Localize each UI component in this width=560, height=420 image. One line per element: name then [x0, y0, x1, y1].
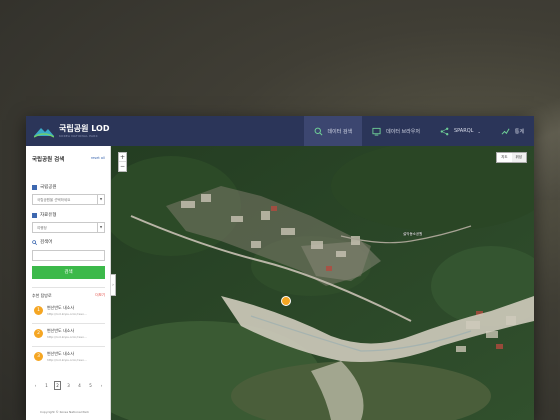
- caret-down-icon: ▼: [97, 195, 104, 204]
- map-place-label: 설악동소공원: [403, 232, 423, 236]
- sidebar-collapse-button[interactable]: ›: [111, 274, 116, 296]
- search-sidebar: 국립공원 검색 reset all 국립공원 국립공원을 선택하세요 ▼ 자료유…: [26, 146, 111, 420]
- pager-page-4[interactable]: 4: [76, 381, 83, 390]
- rank-badge: 1: [34, 306, 43, 315]
- logo-title: 국립공원 LOD: [59, 124, 110, 133]
- park-select-value: 국립공원을 선택하세요: [37, 198, 71, 202]
- divider: [32, 323, 105, 324]
- pager-page-2[interactable]: 2: [54, 380, 61, 390]
- zoom-out-button[interactable]: −: [119, 162, 126, 171]
- browser-icon: [372, 127, 381, 136]
- search-icon: [314, 127, 322, 135]
- recommend-item-title: 변산반도 내소사: [47, 328, 75, 333]
- search-icon: [32, 239, 37, 245]
- recommend-item-url: http://lod.knps.or.kr/reso...: [47, 358, 87, 362]
- zoom-in-button[interactable]: +: [119, 153, 126, 162]
- recommend-item[interactable]: 2 변산반도 내소사 http://lod.knps.or.kr/reso...: [32, 326, 105, 346]
- recommend-more-link[interactable]: 더보기: [95, 293, 105, 298]
- top-navbar: 국립공원 LOD KOREA NATIONAL PARK 데이터 검색 데이터 …: [26, 116, 534, 146]
- zoom-control: + −: [118, 152, 127, 172]
- nav-label: SPARQL: [453, 128, 474, 134]
- recommend-item-url: http://lod.knps.or.kr/reso...: [47, 312, 87, 316]
- park-select[interactable]: 국립공원을 선택하세요 ▼: [32, 194, 105, 205]
- search-button[interactable]: 검색: [32, 266, 105, 279]
- nav-label: 데이터 검색: [327, 128, 353, 135]
- resource-select[interactable]: 여행정 ▼: [32, 222, 105, 233]
- resource-icon: [32, 212, 37, 218]
- main-nav: 데이터 검색 데이터 브라우저 SPARQL ⌄ 통계: [303, 116, 534, 146]
- map-type-map[interactable]: 지도: [497, 153, 511, 162]
- pager-page-1[interactable]: 1: [43, 381, 50, 390]
- satellite-map[interactable]: 설악동소공원 + − 지도 위성 ›: [111, 146, 534, 420]
- recommend-item[interactable]: 1 변산반도 내소사 http://lod.knps.or.kr/reso...: [32, 303, 105, 323]
- pager-page-5[interactable]: 5: [87, 381, 94, 390]
- divider: [32, 346, 105, 347]
- logo[interactable]: 국립공원 LOD KOREA NATIONAL PARK: [34, 122, 114, 142]
- share-icon: [440, 127, 449, 135]
- map-type-toggle: 지도 위성: [496, 152, 527, 163]
- pagination: ‹ 1 2 3 4 5 ›: [32, 380, 105, 390]
- keyword-label: 검색어: [32, 239, 52, 245]
- divider: [32, 287, 105, 288]
- recommend-item-url: http://lod.knps.or.kr/reso...: [47, 335, 87, 339]
- park-label: 국립공원: [32, 184, 57, 190]
- rank-badge: 3: [34, 352, 43, 361]
- sidebar-title: 국립공원 검색: [32, 157, 65, 163]
- recommend-item-title: 변산반도 내소사: [47, 305, 75, 310]
- resource-label: 자료유형: [32, 212, 57, 218]
- pager-next[interactable]: ›: [98, 381, 105, 390]
- logo-subtitle: KOREA NATIONAL PARK: [59, 134, 98, 138]
- map-marker-icon[interactable]: [281, 296, 291, 306]
- nav-label: 통계: [514, 128, 524, 135]
- resource-select-value: 여행정: [37, 226, 47, 230]
- map-type-satellite[interactable]: 위성: [511, 153, 526, 162]
- caret-down-icon: ▼: [97, 223, 104, 232]
- nav-data-search[interactable]: 데이터 검색: [303, 116, 363, 146]
- chart-icon: [501, 128, 510, 135]
- rank-badge: 2: [34, 329, 43, 338]
- park-icon: [32, 184, 37, 190]
- mountain-logo-icon: [34, 128, 54, 138]
- recommend-item-title: 변산반도 내소사: [47, 351, 75, 356]
- nav-label: 데이터 브라우저: [386, 128, 420, 135]
- reset-all-link[interactable]: reset all: [91, 156, 105, 160]
- nav-statistics[interactable]: 통계: [491, 116, 534, 146]
- resource-label-text: 자료유형: [40, 213, 57, 218]
- recommend-item[interactable]: 3 변산반도 내소사 http://lod.knps.or.kr/reso...: [32, 349, 105, 369]
- copyright: Copyright © Korea National Park: [40, 410, 89, 414]
- nav-data-browser[interactable]: 데이터 브라우저: [362, 116, 430, 146]
- pager-prev[interactable]: ‹: [32, 381, 39, 390]
- nav-sparql[interactable]: SPARQL ⌄: [430, 116, 491, 146]
- keyword-input[interactable]: [32, 250, 105, 261]
- satellite-imagery: [111, 146, 534, 420]
- chevron-down-icon: ⌄: [477, 128, 481, 134]
- pager-page-3[interactable]: 3: [65, 381, 72, 390]
- keyword-label-text: 검색어: [40, 240, 53, 245]
- park-label-text: 국립공원: [40, 185, 57, 190]
- recommend-title: 추천 탐방로: [32, 293, 52, 298]
- app-window: 국립공원 LOD KOREA NATIONAL PARK 데이터 검색 데이터 …: [26, 116, 534, 420]
